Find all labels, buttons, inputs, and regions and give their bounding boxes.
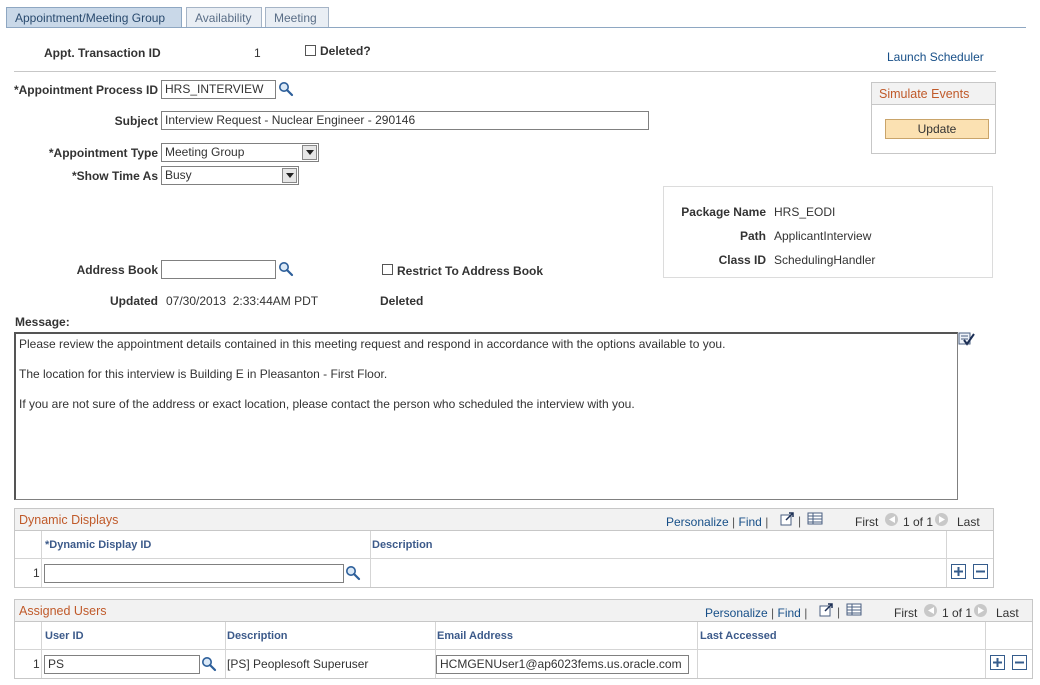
tab-appointment-meeting-group[interactable]: Appointment/Meeting Group bbox=[6, 7, 182, 28]
transaction-id-value: 1 bbox=[254, 46, 261, 60]
message-line: Please review the appointment details co… bbox=[19, 337, 726, 351]
assigned-users-grid: Assigned Users Personalize | Find | | Fi… bbox=[14, 599, 1033, 679]
last-accessed-header[interactable]: Last Accessed bbox=[700, 630, 777, 642]
process-id-input[interactable]: HRS_INTERVIEW bbox=[161, 80, 276, 99]
assigned-users-title: Assigned Users bbox=[19, 604, 107, 618]
row-count: 1 of 1 bbox=[942, 606, 973, 620]
assigned-users-header: Assigned Users Personalize | Find | | Fi… bbox=[15, 600, 1032, 622]
dynamic-display-id-input[interactable] bbox=[44, 564, 344, 583]
deleted-status: Deleted bbox=[380, 294, 424, 308]
updated-value: 07/30/2013 2:33:44AM PDT bbox=[166, 294, 319, 308]
view-all-icon[interactable] bbox=[780, 512, 795, 526]
simulate-events-box: Simulate Events Update bbox=[871, 82, 996, 154]
dynamic-display-lookup-icon[interactable] bbox=[345, 565, 361, 581]
process-id-label: *Appointment Process ID bbox=[13, 83, 158, 97]
process-id-lookup-icon[interactable] bbox=[278, 81, 294, 97]
message-label: Message: bbox=[15, 315, 70, 329]
user-id-header[interactable]: User ID bbox=[45, 630, 84, 642]
subject-label: Subject bbox=[114, 114, 158, 128]
show-time-as-label: *Show Time As bbox=[71, 169, 158, 183]
download-grid-icon[interactable] bbox=[846, 603, 862, 616]
user-id-lookup-icon[interactable] bbox=[201, 656, 217, 672]
subject-input[interactable]: Interview Request - Nuclear Engineer - 2… bbox=[161, 111, 649, 130]
dynamic-description-header[interactable]: Description bbox=[372, 539, 433, 551]
add-row-icon[interactable] bbox=[990, 655, 1005, 670]
address-book-label: Address Book bbox=[76, 263, 158, 277]
simulate-events-title: Simulate Events bbox=[879, 87, 970, 101]
tab-meeting[interactable]: Meeting bbox=[265, 7, 329, 28]
view-all-icon[interactable] bbox=[819, 603, 834, 617]
find-link[interactable]: Find bbox=[778, 606, 801, 620]
dynamic-display-id-header[interactable]: *Dynamic Display ID bbox=[45, 539, 151, 551]
last-label: Last bbox=[996, 606, 1019, 620]
dynamic-displays-header: Dynamic Displays Personalize | Find | | … bbox=[15, 509, 993, 531]
email-address-header[interactable]: Email Address bbox=[437, 630, 513, 642]
row-number: 1 bbox=[33, 657, 40, 671]
add-row-icon[interactable] bbox=[951, 564, 966, 579]
download-grid-icon[interactable] bbox=[807, 512, 823, 525]
next-row-icon[interactable] bbox=[974, 604, 987, 617]
class-id-label: Class ID bbox=[718, 253, 766, 267]
row-count: 1 of 1 bbox=[903, 515, 934, 529]
user-id-input[interactable]: PS bbox=[44, 655, 200, 674]
row-number: 1 bbox=[33, 566, 40, 580]
path-label: Path bbox=[739, 229, 766, 243]
launch-scheduler-link[interactable]: Launch Scheduler bbox=[887, 50, 984, 64]
class-id-value: SchedulingHandler bbox=[774, 253, 876, 267]
deleted-label: Deleted? bbox=[320, 44, 371, 58]
restrict-address-book-checkbox[interactable] bbox=[382, 264, 393, 275]
message-textarea[interactable]: Please review the appointment details co… bbox=[14, 332, 958, 500]
message-line: If you are not sure of the address or ex… bbox=[19, 397, 635, 411]
show-time-as-select[interactable]: Busy bbox=[161, 166, 299, 185]
deleted-checkbox[interactable] bbox=[305, 45, 316, 56]
update-button[interactable]: Update bbox=[885, 119, 989, 139]
header-divider bbox=[14, 71, 996, 72]
tab-underline bbox=[6, 27, 1026, 28]
delete-row-icon[interactable] bbox=[1012, 655, 1027, 670]
package-name-label: Package Name bbox=[681, 205, 766, 219]
address-book-input[interactable] bbox=[161, 260, 276, 279]
message-line: The location for this interview is Build… bbox=[19, 367, 388, 381]
show-time-as-value: Busy bbox=[165, 168, 192, 182]
last-label: Last bbox=[957, 515, 980, 529]
delete-row-icon[interactable] bbox=[973, 564, 988, 579]
user-description-header[interactable]: Description bbox=[227, 630, 288, 642]
previous-row-icon[interactable] bbox=[924, 604, 937, 617]
first-label: First bbox=[855, 515, 879, 529]
appointment-type-select[interactable]: Meeting Group bbox=[161, 143, 319, 162]
chevron-down-icon[interactable] bbox=[302, 145, 317, 160]
find-link[interactable]: Find bbox=[739, 515, 762, 529]
user-description-value: [PS] Peoplesoft Superuser bbox=[227, 657, 369, 671]
restrict-address-book-label: Restrict To Address Book bbox=[397, 264, 544, 278]
dynamic-displays-grid: Dynamic Displays Personalize | Find | | … bbox=[14, 508, 994, 588]
chevron-down-icon[interactable] bbox=[282, 168, 297, 183]
spell-check-icon[interactable] bbox=[958, 331, 976, 347]
transaction-id-label: Appt. Transaction ID bbox=[44, 46, 161, 60]
package-name-value: HRS_EODI bbox=[774, 205, 836, 219]
path-value: ApplicantInterview bbox=[774, 229, 872, 243]
appointment-type-value: Meeting Group bbox=[165, 145, 245, 159]
personalize-link[interactable]: Personalize bbox=[666, 515, 729, 529]
email-address-input[interactable]: HCMGENUser1@ap6023fems.us.oracle.com bbox=[436, 655, 689, 674]
first-label: First bbox=[894, 606, 918, 620]
appointment-type-label: *Appointment Type bbox=[48, 146, 158, 160]
address-book-lookup-icon[interactable] bbox=[278, 261, 294, 277]
tab-availability[interactable]: Availability bbox=[186, 7, 262, 28]
next-row-icon[interactable] bbox=[935, 513, 948, 526]
previous-row-icon[interactable] bbox=[885, 513, 898, 526]
updated-label: Updated bbox=[110, 294, 158, 308]
dynamic-displays-title: Dynamic Displays bbox=[19, 513, 119, 527]
personalize-link[interactable]: Personalize bbox=[705, 606, 768, 620]
